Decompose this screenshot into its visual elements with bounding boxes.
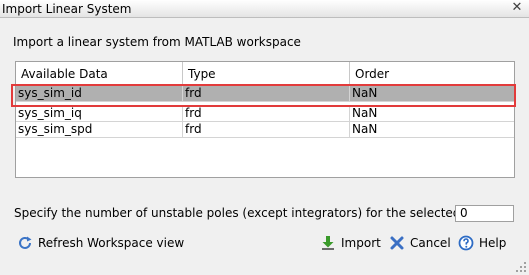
help-label: Help [479, 236, 507, 250]
table-row[interactable]: sys_sim_id frd NaN [16, 86, 514, 102]
cancel-x-icon [390, 236, 404, 250]
workspace-data-table: Available Data Type Order sys_sim_id frd… [15, 61, 515, 178]
column-header-order[interactable]: Order [350, 62, 514, 85]
column-header-available-data[interactable]: Available Data [16, 62, 183, 85]
import-prompt: Import a linear system from MATLAB works… [13, 35, 301, 49]
refresh-icon [19, 236, 32, 249]
cell-order: NaN [352, 106, 378, 120]
refresh-workspace-button[interactable]: Refresh Workspace view [17, 233, 184, 253]
cell-type: frd [183, 122, 350, 137]
cancel-label: Cancel [410, 236, 451, 250]
column-header-type[interactable]: Type [183, 62, 350, 85]
cell-type: frd [183, 86, 350, 101]
import-arrow-icon [322, 236, 334, 250]
close-icon[interactable]: ✕ [511, 1, 523, 15]
resize-grip-icon[interactable] [515, 261, 527, 273]
cell-name: sys_sim_spd [16, 122, 183, 137]
help-icon [458, 235, 474, 251]
import-linear-system-dialog: Import Linear System ✕ Import a linear s… [0, 0, 529, 275]
cell-order: NaN [352, 86, 378, 100]
cell-name: sys_sim_id [16, 86, 183, 101]
cancel-button[interactable]: Cancel [389, 233, 451, 253]
window-title: Import Linear System [2, 2, 132, 16]
cell-type: frd [183, 106, 350, 121]
refresh-label: Refresh Workspace view [38, 236, 185, 250]
unstable-poles-label: Specify the number of unstable poles (ex… [14, 206, 499, 220]
title-bar: Import Linear System ✕ [0, 0, 529, 18]
help-button[interactable]: Help [458, 233, 506, 253]
table-header: Available Data Type Order [16, 62, 514, 86]
import-label: Import [341, 236, 381, 250]
cell-order: NaN [352, 122, 378, 136]
table-row[interactable]: sys_sim_iq frd NaN [16, 106, 514, 122]
unstable-poles-input[interactable]: 0 [455, 205, 514, 222]
import-button[interactable]: Import [320, 233, 381, 253]
table-row[interactable]: sys_sim_spd frd NaN [16, 122, 514, 138]
cell-name: sys_sim_iq [16, 106, 183, 121]
